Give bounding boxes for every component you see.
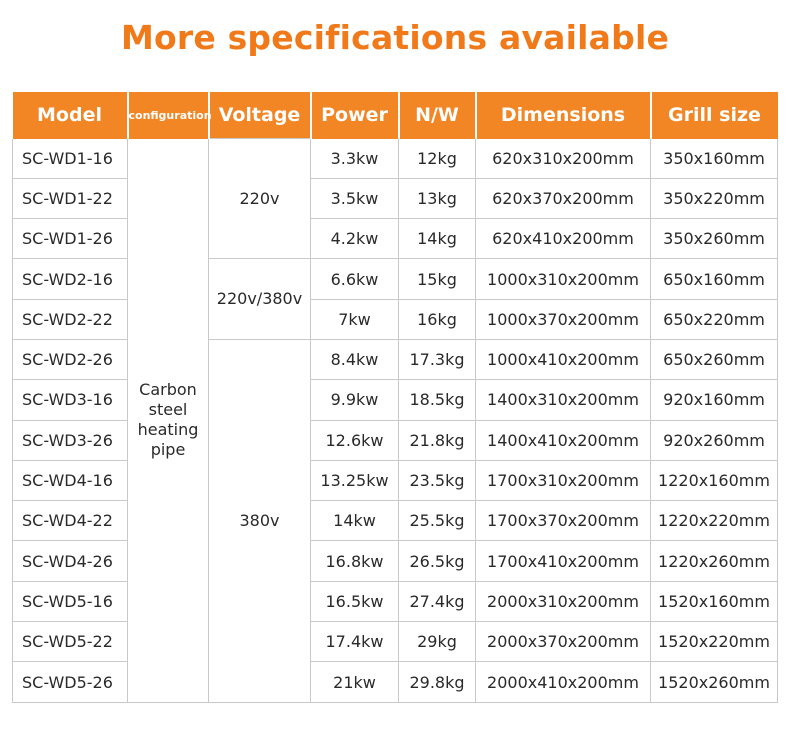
cell-grill-size: 1520x220mm [650, 621, 778, 663]
spec-table: Model configuration Voltage Power N/W Di… [12, 92, 778, 703]
cell-power: 6.6kw [310, 258, 399, 300]
cell-model: SC-WD2-16 [12, 258, 128, 300]
cell-dimensions: 1000x410x200mm [475, 338, 651, 381]
cell-model: SC-WD4-22 [12, 500, 128, 542]
cell-model: SC-WD1-22 [12, 177, 128, 220]
table-row: SC-WD3-26 12.6kw 21.8kg 1400x410x200mm 9… [12, 419, 778, 461]
table-row: SC-WD1-16 Carbon steel heating pipe 220v… [12, 137, 778, 703]
table-row: SC-WD2-16 220v/380v 6.6kw 15kg 1000x310x… [12, 258, 778, 340]
cell-power: 17.4kw [310, 621, 399, 663]
cell-grill-size: 350x160mm [650, 138, 778, 179]
table-row: SC-WD1-22 3.5kw 13kg 620x370x200mm 350x2… [12, 177, 778, 220]
cell-power: 16.8kw [310, 540, 399, 582]
cell-grill-size: 650x260mm [650, 338, 778, 381]
page-title: More specifications available [120, 18, 670, 57]
cell-power: 8.4kw [310, 338, 399, 381]
cell-power: 21kw [310, 661, 399, 703]
cell-nw: 23.5kg [398, 459, 476, 502]
cell-nw: 27.4kg [398, 580, 476, 623]
table-row: SC-WD5-26 21kw 29.8kg 2000x410x200mm 152… [12, 661, 778, 703]
cell-configuration: Carbon steel heating pipe [127, 138, 209, 703]
cell-nw: 29kg [398, 621, 476, 663]
header-row: Model configuration Voltage Power N/W Di… [12, 92, 778, 139]
cell-model: SC-WD4-26 [12, 540, 128, 582]
cell-nw: 25.5kg [398, 500, 476, 542]
cell-grill-size: 350x260mm [650, 218, 778, 260]
cell-grill-size: 650x220mm [650, 298, 778, 340]
header-power: Power [309, 92, 399, 139]
cell-grill-size: 920x260mm [650, 419, 778, 461]
cell-nw: 15kg [398, 258, 476, 300]
cell-nw: 26.5kg [398, 540, 476, 582]
cell-model: SC-WD5-26 [12, 661, 128, 703]
cell-dimensions: 1000x370x200mm [475, 298, 651, 340]
cell-nw: 21.8kg [398, 419, 476, 461]
header-configuration: configuration [126, 92, 212, 139]
cell-power: 12.6kw [310, 419, 399, 461]
cell-model: SC-WD5-16 [12, 580, 128, 623]
cell-voltage-380: 380v [208, 338, 311, 703]
cell-grill-size: 1520x160mm [650, 580, 778, 623]
table-row: SC-WD3-16 9.9kw 18.5kg 1400x310x200mm 92… [12, 379, 778, 421]
cell-model: SC-WD5-22 [12, 621, 128, 663]
cell-model: SC-WD3-16 [12, 379, 128, 421]
cell-power: 4.2kw [310, 218, 399, 260]
cell-nw: 29.8kg [398, 661, 476, 703]
cell-model: SC-WD4-16 [12, 459, 128, 502]
table-row: SC-WD4-16 13.25kw 23.5kg 1700x310x200mm … [12, 459, 778, 502]
cell-grill-size: 1220x160mm [650, 459, 778, 502]
cell-power: 3.5kw [310, 177, 399, 220]
cell-power: 14kw [310, 500, 399, 542]
cell-nw: 12kg [398, 138, 476, 179]
header-model: Model [12, 92, 128, 139]
table-row: SC-WD4-22 14kw 25.5kg 1700x370x200mm 122… [12, 500, 778, 542]
cell-power: 7kw [310, 298, 399, 340]
cell-power: 3.3kw [310, 138, 399, 179]
cell-power: 16.5kw [310, 580, 399, 623]
header-grill-size: Grill size [649, 92, 778, 139]
cell-grill-size: 920x160mm [650, 379, 778, 421]
header-voltage: Voltage [207, 92, 311, 139]
cell-dimensions: 1700x410x200mm [475, 540, 651, 582]
cell-dimensions: 2000x410x200mm [475, 661, 651, 703]
cell-power: 13.25kw [310, 459, 399, 502]
table-row: SC-WD2-26 380v 8.4kw 17.3kg 1000x410x200… [12, 338, 778, 703]
cell-nw: 18.5kg [398, 379, 476, 421]
cell-nw: 13kg [398, 177, 476, 220]
cell-nw: 14kg [398, 218, 476, 260]
table-row: SC-WD5-16 16.5kw 27.4kg 2000x310x200mm 1… [12, 580, 778, 623]
cell-model: SC-WD1-26 [12, 218, 128, 260]
cell-dimensions: 620x370x200mm [475, 177, 651, 220]
cell-model: SC-WD3-26 [12, 419, 128, 461]
cell-voltage-220-380: 220v/380v [208, 258, 311, 340]
cell-grill-size: 1220x220mm [650, 500, 778, 542]
table-row: SC-WD4-26 16.8kw 26.5kg 1700x410x200mm 1… [12, 540, 778, 582]
cell-dimensions: 620x310x200mm [475, 138, 651, 179]
cell-dimensions: 1700x370x200mm [475, 500, 651, 542]
cell-grill-size: 650x160mm [650, 258, 778, 300]
cell-model: SC-WD2-26 [12, 338, 128, 381]
cell-voltage-220: 220v [208, 137, 311, 260]
cell-grill-size: 350x220mm [650, 177, 778, 220]
cell-nw: 17.3kg [398, 338, 476, 381]
cell-dimensions: 1700x310x200mm [475, 459, 651, 502]
cell-grill-size: 1520x260mm [650, 661, 778, 703]
cell-dimensions: 1000x310x200mm [475, 258, 651, 300]
cell-dimensions: 1400x410x200mm [475, 419, 651, 461]
header-dimensions: Dimensions [474, 92, 651, 139]
cell-grill-size: 1220x260mm [650, 540, 778, 582]
cell-model: SC-WD1-16 [12, 138, 128, 179]
cell-power: 9.9kw [310, 379, 399, 421]
cell-dimensions: 1400x310x200mm [475, 379, 651, 421]
cell-nw: 16kg [398, 298, 476, 340]
table-row: SC-WD1-26 4.2kw 14kg 620x410x200mm 350x2… [12, 218, 778, 260]
table-row: SC-WD2-22 7kw 16kg 1000x370x200mm 650x22… [12, 298, 778, 340]
cell-dimensions: 2000x370x200mm [475, 621, 651, 663]
table-row: SC-WD5-22 17.4kw 29kg 2000x370x200mm 152… [12, 621, 778, 663]
header-nw: N/W [397, 92, 476, 139]
cell-model: SC-WD2-22 [12, 298, 128, 340]
cell-dimensions: 620x410x200mm [475, 218, 651, 260]
cell-dimensions: 2000x310x200mm [475, 580, 651, 623]
